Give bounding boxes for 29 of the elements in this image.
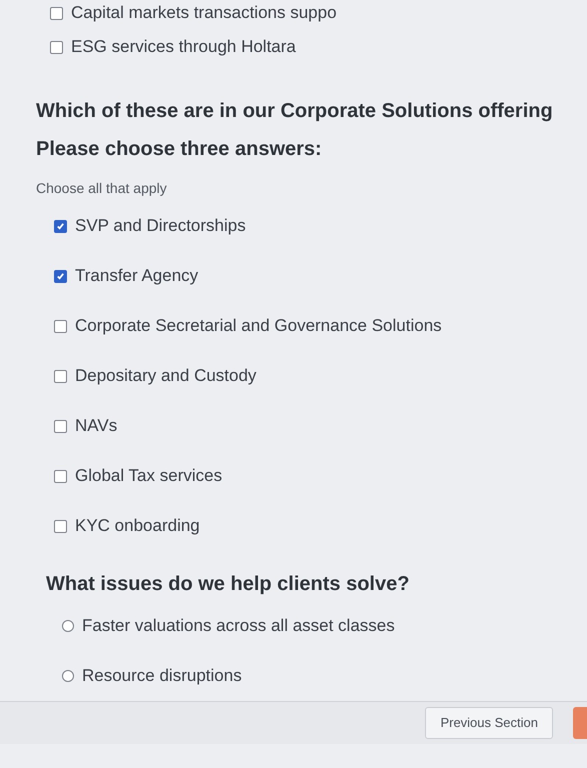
check-icon xyxy=(56,222,65,230)
option-label: ESG services through Holtara xyxy=(71,36,296,58)
question-instruction: Please choose three answers: xyxy=(36,137,323,162)
option-label: KYC onboarding xyxy=(75,515,200,538)
checkbox[interactable] xyxy=(54,220,67,232)
checkbox[interactable] xyxy=(50,40,63,54)
checkbox[interactable] xyxy=(54,370,67,382)
question-title: Which of these are in our Corporate Solutions offering xyxy=(36,99,554,124)
option-label: NAVs xyxy=(75,415,118,438)
option-label: Global Tax services xyxy=(75,465,222,488)
checkbox[interactable] xyxy=(54,270,67,282)
option-label: Capital markets transactions suppo xyxy=(71,2,337,24)
option-label: Corporate Secretarial and Governance Solutions xyxy=(75,315,442,338)
checkbox[interactable] xyxy=(54,420,67,432)
checkbox[interactable] xyxy=(54,520,67,532)
checkbox[interactable] xyxy=(50,6,63,20)
option-label: Faster valuations across all asset classes xyxy=(82,615,395,638)
checkbox[interactable] xyxy=(54,470,67,482)
option-label: Depositary and Custody xyxy=(75,365,256,388)
radio-button[interactable] xyxy=(62,620,74,632)
hint-text: Choose all that apply xyxy=(36,179,168,198)
previous-section-button[interactable]: Previous Section xyxy=(425,707,553,739)
option-label: SVP and Directorships xyxy=(75,215,246,238)
radio-button[interactable] xyxy=(62,670,74,682)
option-label: Transfer Agency xyxy=(75,265,198,288)
option-label: Resource disruptions xyxy=(82,665,242,688)
question-title: What issues do we help clients solve? xyxy=(46,572,410,597)
check-icon xyxy=(56,272,65,280)
checkbox[interactable] xyxy=(54,320,67,332)
